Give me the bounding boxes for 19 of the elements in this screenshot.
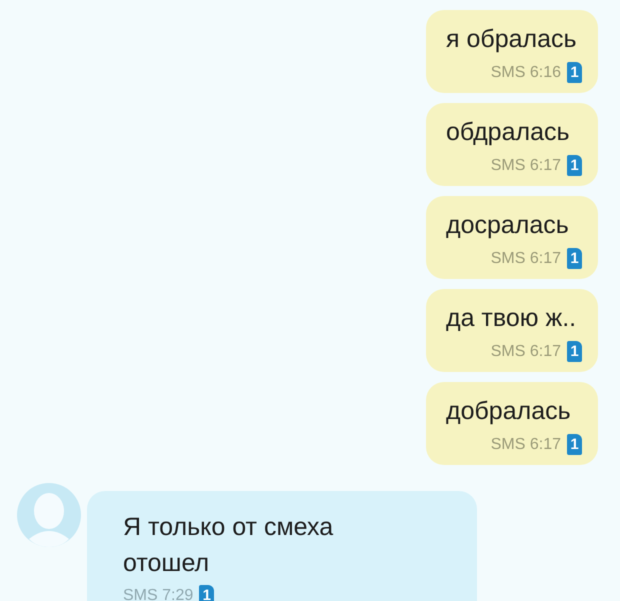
message-time: SMS 6:17 — [490, 250, 561, 268]
message-time: SMS 6:17 — [490, 156, 561, 174]
message-text: добралась — [446, 396, 571, 427]
message-text: Я только от смеха отошел — [123, 512, 334, 579]
avatar-icon — [17, 483, 81, 547]
sim-badge: 1 — [567, 62, 582, 83]
sim-badge: 1 — [199, 585, 214, 601]
message-text: досралась — [446, 210, 569, 241]
message-text: я обралась — [446, 24, 577, 55]
message-time: SMS 6:17 — [490, 342, 561, 360]
sim-badge: 1 — [567, 248, 582, 269]
message-text: да твою ж.. — [446, 303, 576, 334]
message-time: SMS 6:17 — [490, 436, 561, 454]
sim-badge: 1 — [567, 341, 582, 362]
message-time: SMS 6:16 — [490, 64, 561, 82]
message-text: обдралась — [446, 117, 570, 148]
sim-badge: 1 — [567, 155, 582, 176]
sim-badge: 1 — [567, 434, 582, 455]
message-time: SMS 7:29 — [123, 586, 194, 601]
